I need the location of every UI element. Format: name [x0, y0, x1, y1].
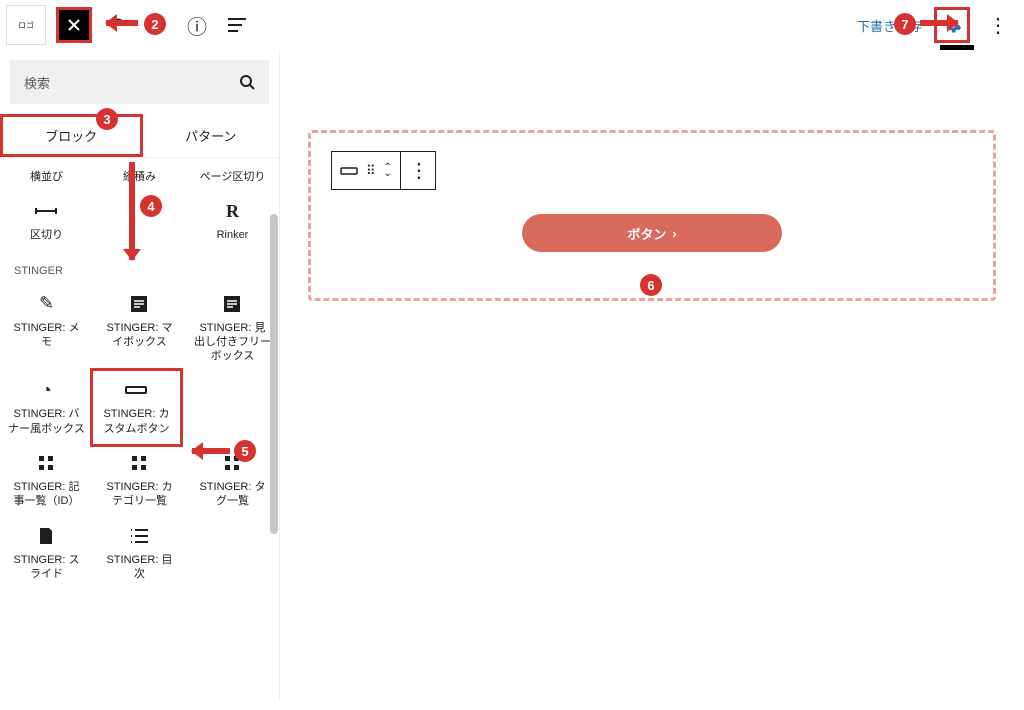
custom-button-preview[interactable]: ボタン › [522, 214, 782, 252]
move-up-down[interactable]: ⌃⌄ [384, 165, 392, 177]
pencil-icon: ✎ [39, 293, 54, 315]
separator-icon [34, 200, 58, 222]
file-icon [39, 525, 53, 547]
close-icon [66, 17, 82, 33]
search-placeholder: 検索 [24, 73, 50, 92]
scrollbar[interactable] [270, 214, 278, 534]
search-input[interactable]: 検索 [10, 60, 269, 104]
block-stinger-memo[interactable]: ✎STINGER: メモ [0, 285, 93, 372]
block-stinger-slide[interactable]: STINGER: スライド [0, 517, 93, 590]
outline-button[interactable] [222, 10, 252, 40]
annotation-badge: 3 [96, 108, 118, 130]
site-logo[interactable]: ロゴ [6, 5, 46, 45]
block-separator[interactable]: 区切り [0, 192, 93, 250]
inserter-tabs: ブロック パターン [0, 114, 279, 158]
annotation-badge: 4 [140, 195, 162, 217]
grid-icon [38, 452, 54, 474]
search-icon [239, 74, 255, 90]
info-button[interactable]: ⓘ [182, 10, 212, 40]
block-stack[interactable]: 縦積み [93, 162, 186, 192]
button-icon [125, 379, 147, 401]
block-toolbar: ⠿ ⌃⌄ ⋮ [331, 151, 436, 190]
editor-canvas: ⠿ ⌃⌄ ⋮ ボタン › [280, 50, 1024, 700]
annotation-arrow [920, 20, 958, 26]
block-inserter-panel: 検索 ブロック パターン 横並び 縦積み ページ区切り 区切り R Rinker… [0, 50, 280, 700]
block-list: 横並び 縦積み ページ区切り 区切り R Rinker STINGER ✎STI… [0, 158, 279, 710]
rinker-icon: R [226, 200, 239, 222]
annotation-badge: 2 [144, 13, 166, 35]
drag-handle-icon[interactable]: ⠿ [366, 163, 376, 179]
block-stinger-category[interactable]: STINGER: カテゴリ一覧 [93, 444, 186, 517]
annotation-arrow [192, 448, 230, 454]
toolbar-more[interactable]: ⋮ [401, 152, 435, 189]
block-stinger-freebox[interactable]: STINGER: 見出し付きフリーボックス [186, 285, 279, 372]
annotation-badge: 7 [894, 13, 916, 35]
annotation-arrow [106, 20, 138, 26]
block-stinger-mybox[interactable]: STINGER: マイボックス [93, 285, 186, 372]
note-icon [223, 293, 241, 315]
annotation-arrow [129, 162, 135, 260]
block-page-break[interactable]: ページ区切り [186, 162, 279, 192]
block-rinker[interactable]: R Rinker [186, 192, 279, 250]
block-stinger-postlist-id[interactable]: STINGER: 記事一覧（ID） [0, 444, 93, 517]
more-options-button[interactable]: ⋮ [982, 10, 1012, 40]
annotation-badge: 5 [234, 440, 256, 462]
list-icon [130, 525, 148, 547]
tab-blocks[interactable]: ブロック [0, 114, 143, 157]
more-icon: ⋮ [409, 158, 427, 183]
block-row[interactable]: 横並び [0, 162, 93, 192]
note-icon [130, 293, 148, 315]
button-icon [340, 166, 358, 176]
list-view-icon [228, 18, 246, 32]
tab-patterns[interactable]: パターン [143, 114, 280, 157]
block-stinger-banner[interactable]: ◔STINGER: バナー風ボックス [0, 371, 93, 444]
toolbar-block-type[interactable]: ⠿ ⌃⌄ [332, 152, 401, 189]
annotation-badge: 6 [640, 274, 662, 296]
block-stinger-custom-button[interactable]: STINGER: カスタムボタン [90, 368, 183, 447]
block-stinger-toc[interactable]: STINGER: 目次 [93, 517, 186, 590]
grid-icon [131, 452, 147, 474]
chevron-right-icon: › [672, 226, 676, 241]
close-inserter-button[interactable] [56, 7, 92, 43]
circle-icon: ◔ [41, 379, 52, 401]
